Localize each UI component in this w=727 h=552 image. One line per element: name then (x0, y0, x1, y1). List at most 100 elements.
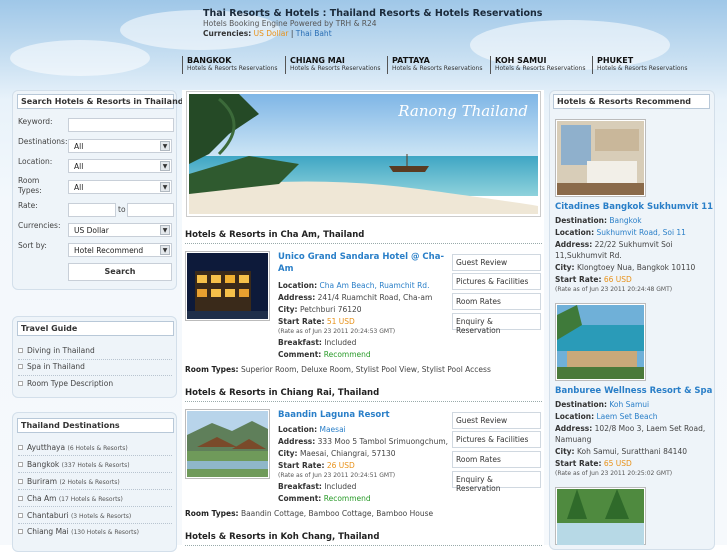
hotel-rate-note: (Rate as of Jun 23 2011 20:24:53 GMT) (278, 328, 396, 335)
recommend-thumbnail[interactable] (555, 119, 646, 197)
nav-item-chiang-mai[interactable]: CHIANG MAI Hotels & Resorts Reservations (285, 56, 380, 74)
hotel-breakfast-value: Included (324, 482, 357, 491)
recommend-location-link[interactable]: Laem Set Beach (596, 412, 657, 421)
room-rates-button[interactable]: Room Rates (452, 293, 541, 310)
recommend-address-2: Namuang (555, 435, 592, 444)
hotel-room-types: Room Types: Superior Room, Deluxe Room, … (185, 365, 491, 374)
site-title[interactable]: Thai Resorts & Hotels : Thailand Resorts… (203, 8, 542, 19)
enquiry-reservation-button[interactable]: Enquiry & Reservation (452, 313, 541, 335)
recommend-thumbnail[interactable] (555, 303, 646, 381)
recommend-address-1: 22/22 Sukhumvit Soi (594, 240, 673, 249)
hotel-rate-note: (Rate as of Jun 23 2011 20:24:51 GMT) (278, 472, 396, 479)
currency-thb-link[interactable]: Thai Baht (296, 29, 332, 38)
rate-min-input[interactable] (68, 203, 116, 217)
recommend-hotel-name-link[interactable]: Banburee Wellness Resort & Spa (555, 386, 712, 396)
room-types-label: Room Types: (185, 509, 239, 518)
nav-item-phuket[interactable]: PHUKET Hotels & Resorts Reservations (592, 56, 687, 74)
travel-guide-title: Travel Guide (17, 321, 174, 336)
destination-item[interactable]: Ayutthaya (6 Hotels & Resorts) (27, 443, 128, 452)
room-types-value: All (74, 183, 84, 192)
destination-count: (130 Hotels & Resorts) (71, 529, 139, 536)
travel-guide-item[interactable]: Diving in Thailand (27, 346, 95, 355)
recommend-rate-value: 66 USD (603, 275, 632, 284)
section-heading: Hotels & Resorts in Cha Am, Thailand (185, 230, 542, 244)
recommend-hotel-name-link[interactable]: Citadines Bangkok Sukhumvit 11 (555, 202, 713, 212)
nav-city: KOH SAMUI (495, 56, 547, 65)
currency-switcher: Currencies: US Dollar | Thai Baht (203, 29, 332, 38)
currency-usd-link[interactable]: US Dollar (254, 29, 289, 38)
chevron-down-icon: ▼ (160, 141, 170, 151)
destination-count: (17 Hotels & Resorts) (58, 496, 123, 503)
section-heading: Hotels & Resorts in Chiang Rai, Thailand (185, 388, 542, 402)
destination-name: Chiang Mai (27, 527, 69, 536)
bullet-icon (18, 479, 23, 484)
destination-count: (337 Hotels & Resorts) (61, 462, 130, 469)
nav-city: BANGKOK (187, 56, 232, 65)
hotel-name-link[interactable]: Unico Grand Sandara Hotel @ Cha-Am (278, 251, 448, 275)
destination-label: Destination: (555, 216, 607, 225)
hotel-location-link[interactable]: Cha Am Beach, Ruamchit Rd. (319, 281, 429, 290)
search-button[interactable]: Search (68, 263, 172, 281)
location-label: Location: (555, 228, 595, 237)
rate-label: Start Rate: (555, 459, 602, 468)
nav-item-pattaya[interactable]: PATTAYA Hotels & Resorts Reservations (387, 56, 482, 74)
keyword-input[interactable] (68, 118, 174, 132)
currencies-value: US Dollar (74, 226, 109, 235)
room-rates-button[interactable]: Room Rates (452, 451, 541, 468)
destination-item[interactable]: Cha Am (17 Hotels & Resorts) (27, 494, 123, 503)
nav-sub: Hotels & Resorts Reservations (597, 65, 688, 72)
recommend-thumbnail[interactable] (555, 487, 646, 545)
hotel-name-link[interactable]: Baandin Laguna Resort (278, 409, 448, 421)
destination-name: Buriram (27, 477, 58, 486)
hotel-photo (187, 253, 268, 319)
destination-item[interactable]: Chiang Mai (130 Hotels & Resorts) (27, 527, 139, 536)
nav-item-bangkok[interactable]: BANGKOK Hotels & Resorts Reservations (182, 56, 277, 74)
nav-item-koh-samui[interactable]: KOH SAMUI Hotels & Resorts Reservations (490, 56, 585, 74)
rate-max-input[interactable] (127, 203, 174, 217)
search-panel-title: Search Hotels & Resorts in Thailand (17, 94, 183, 109)
destination-item[interactable]: Buriram (2 Hotels & Resorts) (27, 477, 120, 486)
recommend-destination: Destination: Koh Samui (555, 400, 649, 409)
guest-review-button[interactable]: Guest Review (452, 412, 541, 429)
city-label: City: (278, 449, 298, 458)
hotel-address: Address: 333 Moo 5 Tambol Srimuongchum, (278, 437, 448, 446)
destinations-select[interactable]: All ▼ (68, 139, 172, 153)
travel-guide-item[interactable]: Room Type Description (27, 379, 113, 388)
destination-item[interactable]: Chantaburi (3 Hotels & Resorts) (27, 511, 131, 520)
pictures-facilities-button[interactable]: Pictures & Facilities (452, 273, 541, 290)
divider (18, 455, 172, 456)
guest-review-button[interactable]: Guest Review (452, 254, 541, 271)
divider (18, 472, 172, 473)
recommend-destination-link[interactable]: Koh Samui (609, 400, 649, 409)
pictures-facilities-button[interactable]: Pictures & Facilities (452, 431, 541, 448)
room-types-label: Room Types: (18, 176, 42, 195)
divider (18, 506, 172, 507)
nav-sub: Hotels & Resorts Reservations (495, 65, 586, 72)
hotel-thumbnail[interactable] (185, 251, 270, 321)
recommend-destination-link[interactable]: Bangkok (609, 216, 641, 225)
destinations-title: Thailand Destinations (17, 418, 174, 433)
currencies-select[interactable]: US Dollar ▼ (68, 223, 172, 237)
bullet-icon (18, 381, 23, 386)
address-label: Address: (278, 437, 316, 446)
city-label: City: (555, 447, 575, 456)
recommend-photo (557, 489, 644, 545)
travel-guide-item[interactable]: Spa in Thailand (27, 362, 85, 371)
cloud-decoration (10, 40, 150, 76)
destination-name: Cha Am (27, 494, 57, 503)
hotel-thumbnail[interactable] (185, 409, 270, 479)
destination-item[interactable]: Bangkok (337 Hotels & Resorts) (27, 460, 130, 469)
hotel-location: Location: Cha Am Beach, Ruamchit Rd. (278, 281, 429, 290)
nav-city: PATTAYA (392, 56, 430, 65)
recommend-location: Location: Sukhumvit Road, Soi 11 (555, 228, 686, 237)
hotel-location-link[interactable]: Maesai (319, 425, 345, 434)
address-label: Address: (278, 293, 316, 302)
enquiry-reservation-button[interactable]: Enquiry & Reservation (452, 471, 541, 493)
sort-by-select[interactable]: Hotel Recommend ▼ (68, 243, 172, 257)
location-select[interactable]: All ▼ (68, 159, 172, 173)
recommend-location-link[interactable]: Sukhumvit Road, Soi 11 (596, 228, 685, 237)
chevron-down-icon: ▼ (160, 182, 170, 192)
room-types-select[interactable]: All ▼ (68, 180, 172, 194)
bullet-icon (18, 462, 23, 467)
hotel-city: City: Maesai, Chiangrai, 57130 (278, 449, 396, 458)
